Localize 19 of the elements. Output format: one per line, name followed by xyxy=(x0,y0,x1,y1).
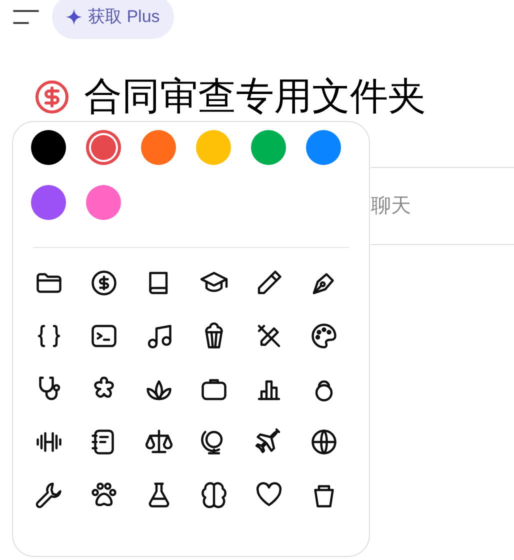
sparkle-icon xyxy=(66,9,82,25)
color-swatch[interactable] xyxy=(196,130,231,165)
palette-icon[interactable] xyxy=(308,321,338,351)
color-swatch[interactable] xyxy=(141,130,176,165)
color-swatch[interactable] xyxy=(306,130,341,165)
chat-field[interactable]: 聊天 xyxy=(371,167,514,245)
project-title: 合同审查专用文件夹 xyxy=(84,78,426,116)
globe-icon[interactable] xyxy=(308,427,338,457)
color-swatch[interactable] xyxy=(86,130,121,165)
menu-icon[interactable] xyxy=(13,9,39,25)
color-swatch[interactable] xyxy=(31,130,66,165)
placeholder-text: 聊天 xyxy=(371,194,411,219)
dollar-icon[interactable] xyxy=(88,268,118,298)
wrench-icon[interactable] xyxy=(34,480,64,510)
brain-icon[interactable] xyxy=(198,480,228,510)
color-swatch[interactable] xyxy=(31,185,66,220)
get-plus-button[interactable]: 获取 Plus xyxy=(52,0,174,39)
color-swatch[interactable] xyxy=(86,185,121,220)
color-swatch[interactable] xyxy=(251,130,286,165)
